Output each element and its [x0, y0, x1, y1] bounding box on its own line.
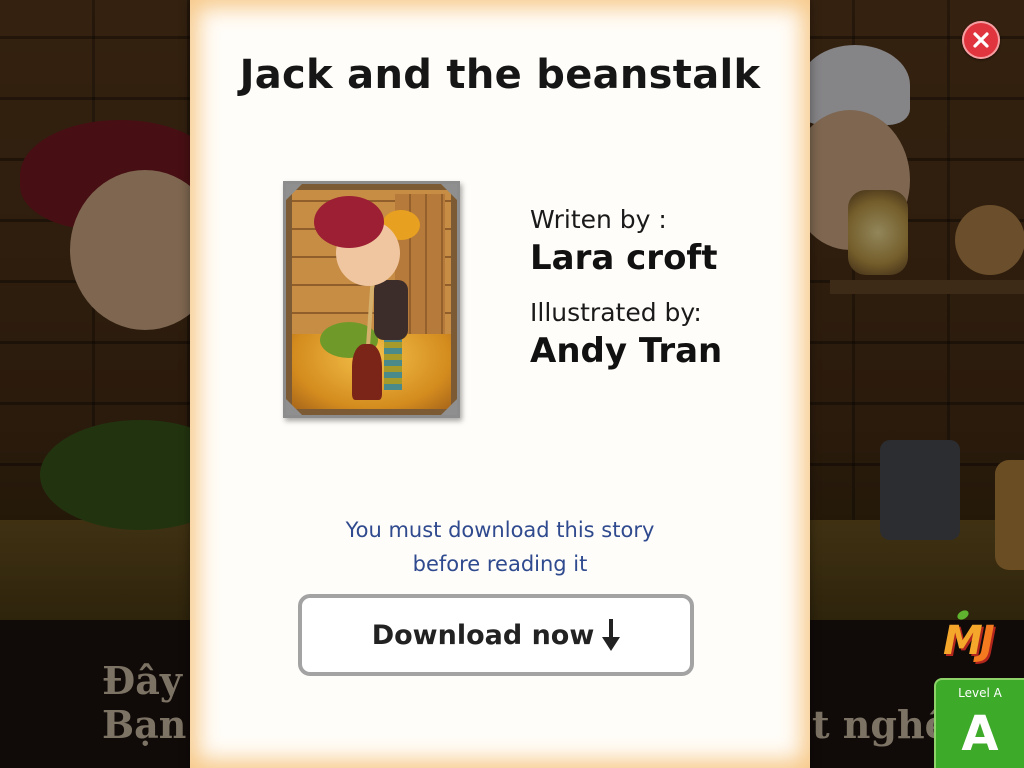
story-title: Jack and the beanstalk: [239, 52, 761, 98]
illustrator-name: Andy Tran: [530, 331, 723, 371]
story-detail-modal: Jack and the beanstalk Writen by : Lara …: [190, 0, 810, 768]
author-name: Lara croft: [530, 238, 718, 278]
story-cover-image: [283, 181, 460, 418]
level-letter: A: [961, 706, 999, 762]
logo-letter-j: J: [979, 618, 995, 664]
download-notice-line1: You must download this story: [345, 518, 655, 542]
story-credits: Writen by : Lara croft Illustrated by: A…: [530, 205, 722, 371]
cover-character-legs: [384, 334, 402, 390]
download-now-label: Download now: [371, 619, 595, 651]
arrow-down-icon: [602, 619, 621, 651]
download-notice: You must download this story before read…: [190, 513, 810, 581]
level-badge[interactable]: Level A A: [934, 678, 1024, 768]
close-button[interactable]: [962, 21, 1000, 59]
written-by-label: Writen by :: [530, 205, 667, 234]
close-icon: [973, 32, 989, 48]
logo-letter-m: M: [943, 618, 983, 664]
illustrated-by-label: Illustrated by:: [530, 298, 702, 327]
download-now-button[interactable]: Download now: [298, 594, 694, 676]
cover-character-body: [374, 280, 408, 340]
mj-logo: MJ: [943, 608, 1024, 669]
level-label: Level A: [958, 686, 1002, 700]
cover-broom-head: [352, 344, 382, 400]
download-notice-line2: before reading it: [412, 552, 588, 576]
cover-character-hair: [314, 196, 384, 248]
